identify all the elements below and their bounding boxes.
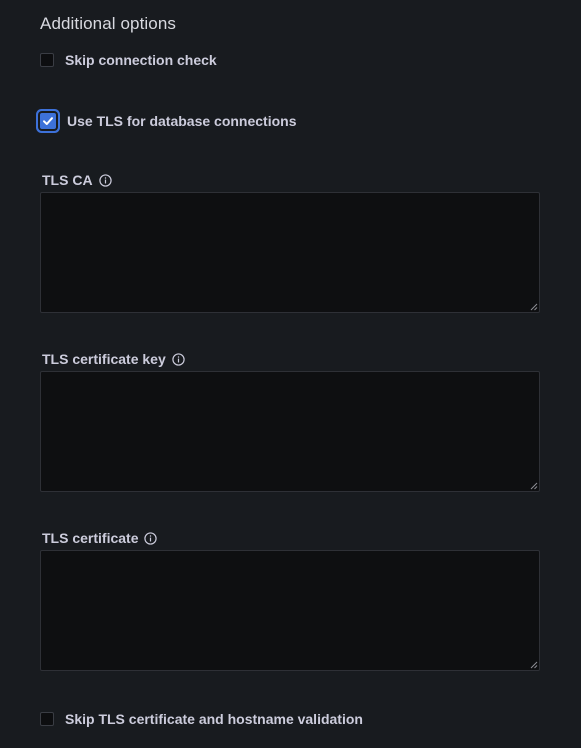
skip-connection-check-checkbox[interactable] bbox=[40, 53, 54, 67]
info-icon[interactable] bbox=[172, 352, 185, 366]
additional-options-panel: Additional options Skip connection check… bbox=[0, 0, 581, 748]
tls-ca-field-wrapper bbox=[40, 192, 540, 313]
use-tls-checkbox[interactable] bbox=[40, 113, 56, 129]
tls-ca-textarea[interactable] bbox=[40, 192, 540, 313]
skip-connection-check-label[interactable]: Skip connection check bbox=[65, 52, 217, 68]
tls-certificate-textarea[interactable] bbox=[40, 550, 540, 671]
info-icon[interactable] bbox=[98, 173, 112, 187]
tls-ca-label-row: TLS CA bbox=[42, 172, 112, 188]
tls-certificate-key-label: TLS certificate key bbox=[42, 351, 166, 367]
tls-certificate-label: TLS certificate bbox=[42, 530, 139, 546]
section-title: Additional options bbox=[40, 14, 177, 33]
tls-certificate-label-row: TLS certificate bbox=[42, 530, 158, 546]
info-icon[interactable] bbox=[144, 531, 158, 545]
skip-tls-validation-checkbox[interactable] bbox=[40, 712, 54, 726]
resize-handle-icon[interactable] bbox=[530, 661, 538, 669]
tls-certificate-key-textarea[interactable] bbox=[40, 371, 540, 492]
tls-ca-label: TLS CA bbox=[42, 172, 93, 188]
skip-tls-validation-row[interactable]: Skip TLS certificate and hostname valida… bbox=[40, 709, 363, 729]
resize-handle-icon[interactable] bbox=[530, 482, 538, 490]
skip-tls-validation-label[interactable]: Skip TLS certificate and hostname valida… bbox=[65, 711, 363, 727]
tls-certificate-key-field-wrapper bbox=[40, 371, 540, 492]
checkmark-icon bbox=[43, 117, 53, 125]
tls-certificate-field-wrapper bbox=[40, 550, 540, 671]
skip-connection-check-row[interactable]: Skip connection check bbox=[40, 50, 217, 70]
tls-certificate-key-label-row: TLS certificate key bbox=[42, 351, 185, 367]
use-tls-label[interactable]: Use TLS for database connections bbox=[67, 113, 297, 129]
use-tls-row[interactable]: Use TLS for database connections bbox=[40, 111, 297, 131]
resize-handle-icon[interactable] bbox=[530, 303, 538, 311]
